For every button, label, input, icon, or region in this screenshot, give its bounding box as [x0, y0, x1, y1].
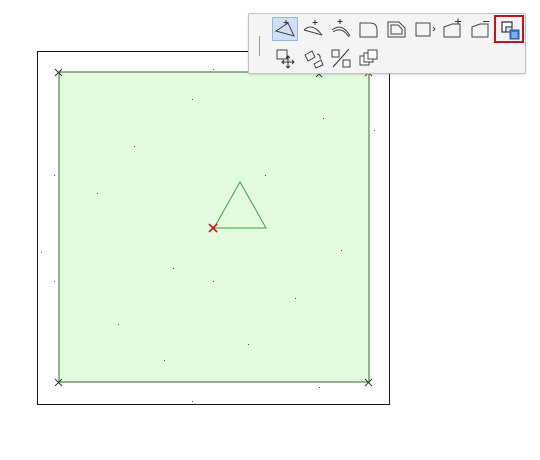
pet-palette — [248, 13, 526, 74]
mirror-icon — [331, 48, 351, 68]
edit-hatch-button[interactable] — [494, 15, 524, 43]
edit-hatch-icon — [501, 21, 520, 40]
offset-edge-button[interactable] — [384, 17, 410, 41]
curve-edge-button[interactable] — [328, 17, 354, 41]
add-to-polygon-button[interactable] — [440, 17, 466, 41]
subtract-from-polygon-button[interactable] — [468, 17, 494, 41]
insert-new-node-button[interactable] — [272, 17, 298, 41]
drag-icon — [276, 49, 295, 69]
insert-new-node-curved-icon — [303, 20, 323, 36]
insert-new-node-icon — [274, 20, 295, 37]
insert-new-node-curved-button[interactable] — [300, 17, 326, 41]
mirror-button[interactable] — [328, 46, 354, 70]
rotate-icon — [304, 50, 324, 69]
curve-edge-icon — [331, 19, 351, 38]
add-to-polygon-icon — [443, 18, 461, 38]
subtract-from-polygon-icon — [471, 21, 489, 38]
fillet-corner-icon — [359, 22, 378, 38]
multiply-icon — [359, 49, 378, 66]
offset-all-edges-button[interactable] — [412, 17, 438, 41]
multiply-button[interactable] — [356, 46, 382, 70]
fillet-corner-button[interactable] — [356, 17, 382, 41]
drag-button[interactable] — [272, 46, 298, 70]
offset-edge-icon — [387, 21, 406, 38]
palette-grip[interactable] — [259, 36, 260, 56]
offset-all-edges-icon — [415, 22, 436, 37]
rotate-button[interactable] — [300, 46, 326, 70]
